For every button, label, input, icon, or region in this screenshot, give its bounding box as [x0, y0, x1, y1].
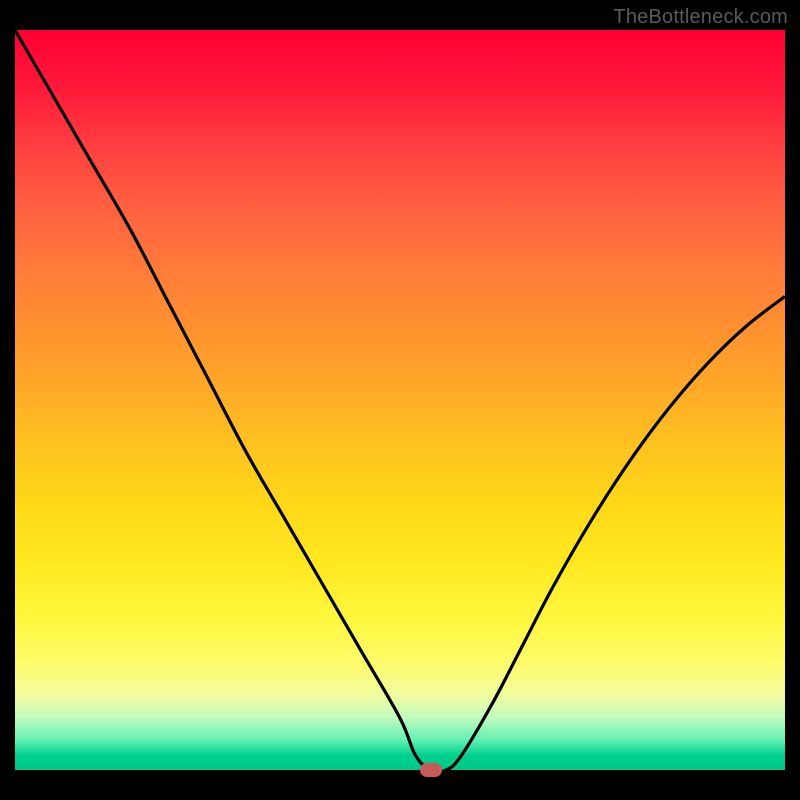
curve-layer [15, 30, 785, 770]
optimum-marker [420, 763, 442, 777]
plot-area [15, 30, 785, 770]
chart-container: TheBottleneck.com [0, 0, 800, 800]
bottleneck-curve [15, 30, 785, 770]
attribution-text: TheBottleneck.com [613, 6, 788, 29]
